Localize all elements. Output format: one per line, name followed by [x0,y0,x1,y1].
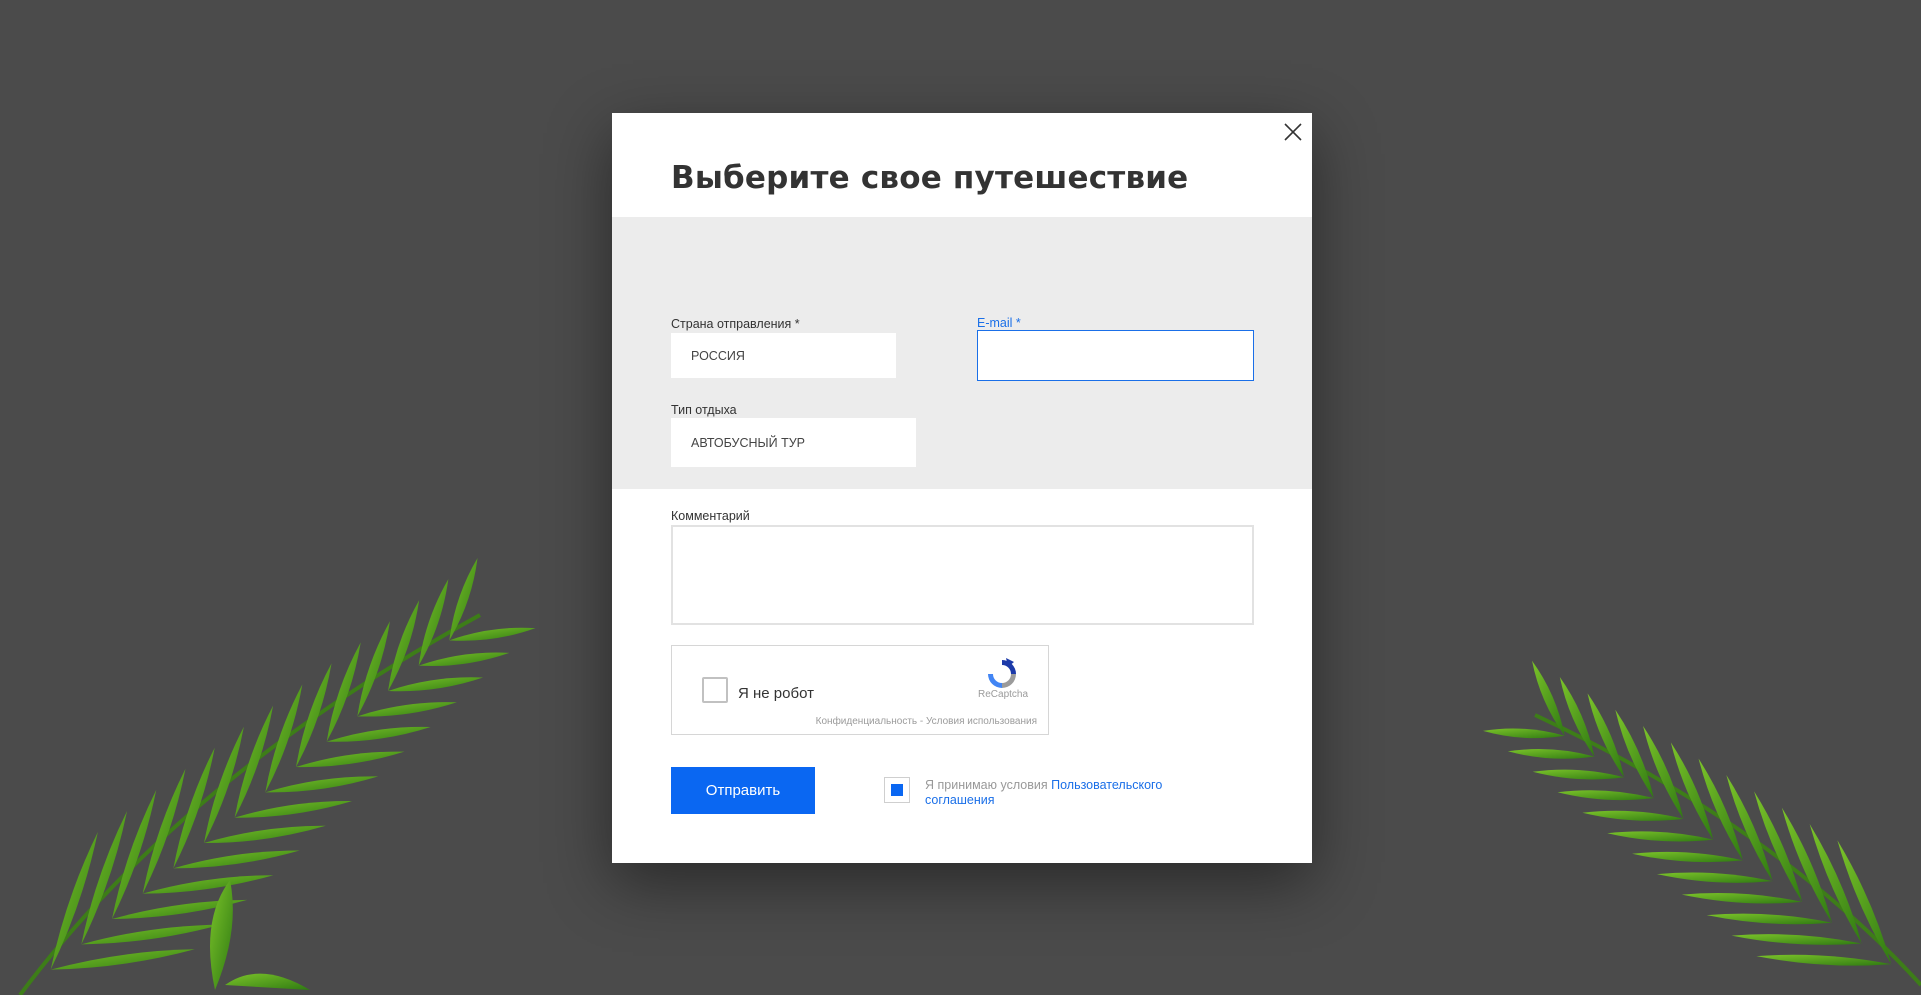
recaptcha-widget: Я не робот ReCaptcha Конфиденциальность … [671,645,1049,735]
palm-leaflet [326,726,431,742]
palm-leaflet [1557,790,1654,801]
palm-leaflet [1587,693,1625,778]
comment-label: Комментарий [671,509,750,523]
agreement-checkbox[interactable] [884,777,910,803]
palm-leaflet [1837,840,1892,965]
palm-leaflet [1681,893,1803,904]
palm-leaflet [204,726,244,843]
palm-leaflet [357,621,390,717]
country-select[interactable]: РОССИЯ [671,333,896,378]
checkbox-checked-mark [891,784,903,796]
email-field[interactable] [977,330,1254,381]
palm-leaflet [1656,872,1773,883]
palm-leaflet [1698,758,1743,861]
palm-leaflet [1632,851,1743,863]
palm-leaflet [1643,726,1684,819]
palm-leaflet [50,949,195,970]
palm-leaflet [449,627,536,641]
palm-leaflet [1756,954,1892,966]
comment-field[interactable] [671,525,1254,625]
palm-leaflet [1532,660,1565,736]
palm-leaflet [1706,913,1832,925]
small-leaf [210,880,233,990]
palm-leaflet [296,663,332,767]
captcha-links[interactable]: Конфиденциальность - Условия использован… [816,716,1037,727]
rest-type-select[interactable]: АВТОБУСНЫЙ ТУР [671,418,916,467]
palm-leaflet [265,776,379,793]
palm-leaflet [449,558,478,641]
palm-leaflet [1559,677,1595,757]
palm-leaflet [1607,831,1714,842]
small-leaf [225,973,310,990]
palm-leaflet [1582,810,1684,821]
palm-leaflet [296,751,405,768]
agreement-text: Я принимаю условия Пользовательского сог… [925,778,1215,808]
agreement-prefix: Я принимаю условия [925,778,1048,792]
palm-leaflet [326,642,361,742]
palm-leaflet [112,899,248,919]
palm-leaflet [81,810,128,945]
palm-leaflet [388,677,484,692]
palm-leaflet [204,825,326,844]
close-icon [1284,123,1302,141]
close-button[interactable] [1282,121,1304,143]
palm-leaflet [418,652,510,667]
rest-type-label: Тип отдыха [671,403,737,417]
captcha-label: Я не робот [738,685,814,702]
palm-leaflet [1754,791,1803,902]
palm-leaflet [81,924,221,945]
recaptcha-icon [988,658,1016,688]
modal-title: Выберите свое путешествие [671,160,1189,196]
palm-leaflet [173,747,215,869]
palm-leaflet [1726,774,1773,882]
palm-leaflet [1532,769,1625,780]
email-label: E-mail * [977,316,1021,330]
palm-leaflet [1809,823,1862,944]
palm-leaflet [1670,742,1714,840]
trip-request-modal: Выберите свое путешествие Страна отправл… [612,113,1312,863]
palm-leaflet [265,684,303,793]
country-label: Страна отправления * [671,317,800,331]
palm-leaflet [1507,749,1595,759]
palm-leaflet [173,850,300,869]
palm-leaflet [142,768,186,894]
palm-leaflet [388,600,420,691]
captcha-checkbox[interactable] [702,677,728,703]
palm-leaflet [1482,728,1565,739]
palm-leaflet [357,702,457,717]
palm-leaflet [142,875,274,894]
captcha-brand: ReCaptcha [978,689,1029,700]
palm-leaflet [50,832,98,970]
palm-leaflet [112,789,157,919]
right-palm-leaf [1482,660,1921,987]
palm-leaflet [1731,934,1862,945]
palm-leaflet [234,705,274,818]
left-palm-leaf [18,558,536,995]
palm-leaflet [418,579,449,666]
palm-leaflet [234,801,352,818]
palm-leaflet [1781,807,1832,923]
submit-button[interactable]: Отправить [671,767,815,814]
palm-leaflet [1615,709,1654,799]
